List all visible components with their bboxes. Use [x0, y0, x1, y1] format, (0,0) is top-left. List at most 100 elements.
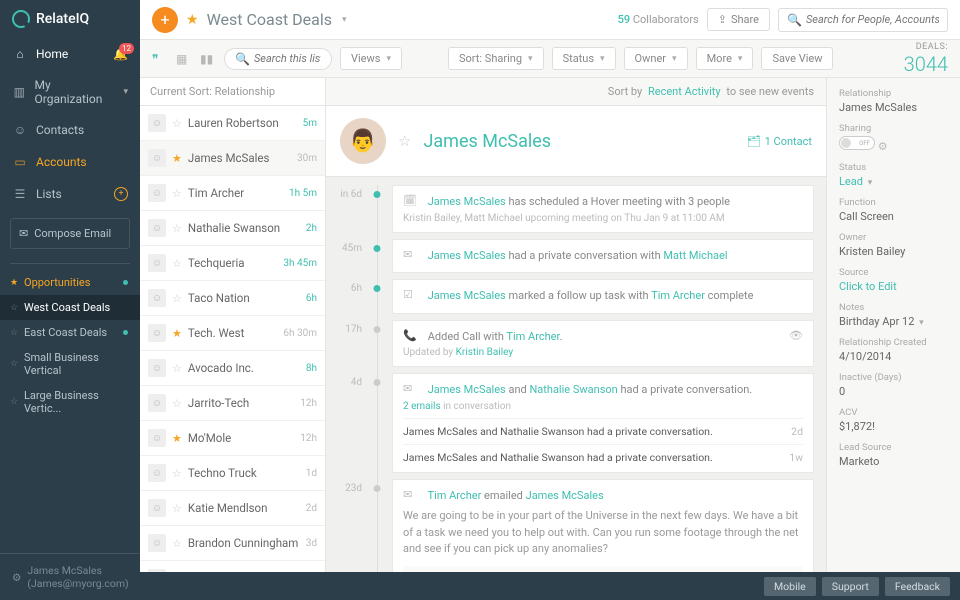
nav-sub-west[interactable]: ☆West Coast Deals: [0, 295, 140, 320]
list-item[interactable]: ☺☆Taco Nation6h: [140, 281, 325, 316]
status-dropdown[interactable]: Lead ▾: [839, 175, 948, 188]
divider: [10, 263, 130, 264]
event-task[interactable]: ☑ James McSales marked a follow up task …: [392, 279, 814, 314]
list-item[interactable]: ☺★Mo'Mole12h: [140, 421, 325, 456]
list-item-name: James McSales: [188, 151, 291, 165]
source-edit[interactable]: Click to Edit: [839, 280, 948, 293]
eye-icon[interactable]: 👁: [789, 329, 803, 342]
list-item-time: 2d: [306, 503, 317, 514]
list-item[interactable]: ☺☆Brandon Cunningham3d: [140, 526, 325, 561]
more-dropdown[interactable]: More▾: [696, 47, 754, 70]
star-icon[interactable]: ★: [172, 432, 182, 445]
star-icon[interactable]: ★: [172, 152, 182, 165]
properties-panel: RelationshipJames McSales Sharing ⚙ Stat…: [826, 78, 960, 572]
star-icon[interactable]: ★: [186, 12, 199, 28]
share-email-button[interactable]: Share: [746, 572, 795, 573]
nav-sub-large[interactable]: ☆Large Business Vertic...: [0, 383, 140, 421]
list-item[interactable]: ☺☆Lauren Robertson5m: [140, 106, 325, 141]
not-shared-bar: ⊘ This e-mail is not shared ⓘ Share: [403, 566, 803, 573]
global-search[interactable]: 🔍: [778, 8, 948, 32]
list-item[interactable]: ☺☆Jarrito-Tech12h: [140, 386, 325, 421]
share-button[interactable]: ⇪Share: [707, 8, 770, 31]
dot-indicator: [123, 330, 128, 335]
contact-link[interactable]: 🗂1 Contact: [747, 135, 812, 148]
star-icon[interactable]: ☆: [172, 292, 182, 305]
mail-icon: ✉: [19, 227, 28, 240]
star-icon[interactable]: ☆: [172, 362, 182, 375]
nav-sub-small[interactable]: ☆Small Business Vertical: [0, 345, 140, 383]
event-meeting[interactable]: 🗓 James McSales has scheduled a Hover me…: [392, 185, 814, 233]
views-dropdown[interactable]: Views▾: [340, 47, 402, 70]
list-item-name: Lauren Robertson: [188, 116, 297, 130]
event-call[interactable]: 📞 Added Call with Tim Archer. 👁 Updated …: [392, 320, 814, 368]
bell-icon[interactable]: 🔔12: [113, 47, 128, 61]
star-icon[interactable]: ☆: [172, 187, 182, 200]
nav-accounts[interactable]: ▭ Accounts: [0, 146, 140, 178]
star-icon[interactable]: ☆: [398, 132, 411, 150]
support-button[interactable]: Support: [822, 577, 879, 596]
event-email[interactable]: ✉ Tim Archer emailed James McSales We ar…: [392, 479, 814, 573]
mobile-button[interactable]: Mobile: [764, 577, 816, 596]
mail-icon: ✉: [403, 488, 419, 504]
sort-dropdown[interactable]: Sort: Sharing▾: [448, 47, 544, 70]
user-footer[interactable]: ⚙ James McSales (James@myorg.com): [0, 553, 140, 600]
owner-dropdown[interactable]: Owner▾: [624, 47, 688, 70]
logo[interactable]: RelateIQ: [0, 0, 140, 38]
feedback-button[interactable]: Feedback: [885, 577, 950, 596]
star-icon[interactable]: ☆: [172, 257, 182, 270]
list-item[interactable]: ☺☆Tim Archer1h 5m: [140, 176, 325, 211]
star-icon[interactable]: ☆: [172, 537, 182, 550]
list-item[interactable]: ☺☆Techqueria3h 45m: [140, 246, 325, 281]
collaborators[interactable]: 59 Collaborators: [618, 13, 699, 26]
nav-org[interactable]: ▥ My Organization ▾: [0, 70, 140, 114]
nav-contacts[interactable]: ☺ Contacts: [0, 114, 140, 146]
star-icon: ☆: [10, 397, 18, 407]
add-button[interactable]: +: [152, 7, 178, 33]
star-icon[interactable]: ☆: [172, 502, 182, 515]
sharing-toggle[interactable]: [839, 136, 875, 150]
list-search[interactable]: 🔍: [224, 48, 332, 70]
list-item[interactable]: ☺☆Techno Truck1d: [140, 456, 325, 491]
star-icon[interactable]: ☆: [172, 467, 182, 480]
current-sort: Current Sort: Relationship: [140, 78, 325, 106]
stream-view-icon[interactable]: ❞: [152, 52, 168, 66]
list-item[interactable]: ☺★Tech. West6h 30m: [140, 316, 325, 351]
nav-lists[interactable]: ☰ Lists +: [0, 178, 140, 210]
star-icon[interactable]: ☆: [172, 117, 182, 130]
list-item-name: Nathalie Swanson: [188, 221, 300, 235]
status-dropdown[interactable]: Status▾: [552, 47, 616, 70]
list-search-input[interactable]: [254, 52, 321, 65]
chevron-down-icon[interactable]: ▾: [342, 15, 347, 25]
event-thread[interactable]: ✉ James McSales and Nathalie Swanson had…: [392, 373, 814, 473]
chart-view-icon[interactable]: ▮▮: [200, 52, 216, 66]
star-icon: ★: [10, 278, 18, 288]
avatar: ☺: [148, 184, 166, 202]
list-item-time: 3d: [306, 538, 317, 549]
bell-badge: 12: [119, 43, 134, 54]
list-item-name: Techqueria: [188, 256, 278, 270]
nav-home[interactable]: ⌂ Home 🔔12: [0, 38, 140, 70]
nav-opportunities[interactable]: ★ Opportunities: [0, 270, 140, 295]
nav-sub-east[interactable]: ☆East Coast Deals: [0, 320, 140, 345]
lists-icon: ☰: [12, 186, 28, 202]
add-icon[interactable]: +: [114, 187, 128, 201]
star-icon[interactable]: ☆: [172, 222, 182, 235]
grid-view-icon[interactable]: ▦: [176, 52, 192, 66]
list-item[interactable]: ☺★T.A.C.O.3d: [140, 561, 325, 572]
list-item-name: Tim Archer: [188, 186, 283, 200]
list-item[interactable]: ☺★James McSales30m: [140, 141, 325, 176]
star-icon[interactable]: ★: [172, 327, 182, 340]
save-view-button[interactable]: Save View: [761, 47, 833, 70]
event-conversation[interactable]: ✉ James McSales had a private conversati…: [392, 239, 814, 274]
notes-field[interactable]: Birthday Apr 12 ▾: [839, 315, 948, 328]
compose-email-button[interactable]: ✉ Compose Email: [10, 218, 130, 249]
avatar: ☺: [148, 534, 166, 552]
star-icon[interactable]: ☆: [172, 397, 182, 410]
list-item[interactable]: ☺☆Avocado Inc.8h: [140, 351, 325, 386]
list-item[interactable]: ☺☆Katie Mendlson2d: [140, 491, 325, 526]
recent-activity-link[interactable]: Recent Activity: [648, 85, 721, 98]
list-item-time: 5m: [303, 118, 317, 129]
gear-icon[interactable]: ⚙: [878, 140, 888, 153]
list-item[interactable]: ☺☆Nathalie Swanson2h: [140, 211, 325, 246]
global-search-input[interactable]: [806, 13, 939, 26]
